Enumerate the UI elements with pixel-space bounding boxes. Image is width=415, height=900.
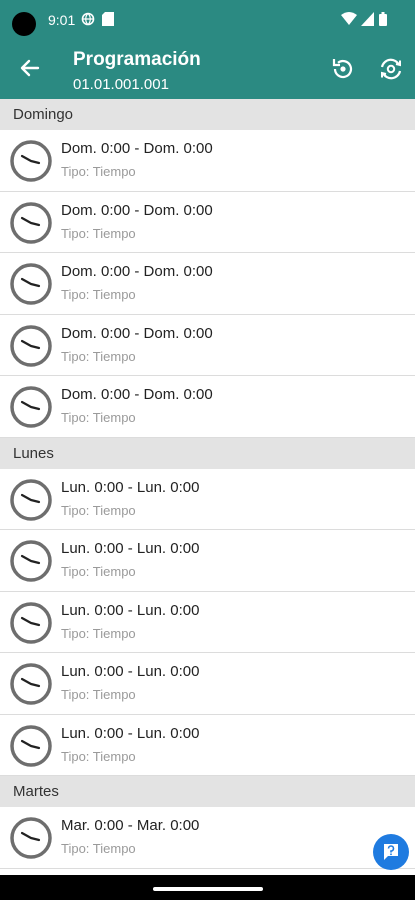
- clock-icon: [10, 540, 52, 582]
- schedule-item[interactable]: Dom. 0:00 - Dom. 0:00 Tipo: Tiempo: [0, 253, 415, 315]
- schedule-type: Tipo: Tiempo: [61, 687, 136, 702]
- schedule-item[interactable]: Dom. 0:00 - Dom. 0:00 Tipo: Tiempo: [0, 130, 415, 192]
- time-range: Lun. 0:00 - Lun. 0:00: [61, 601, 200, 619]
- vpn-icon: [81, 12, 95, 26]
- signal-icon: [361, 12, 374, 26]
- status-bar: 9:01: [0, 0, 415, 40]
- schedule-item[interactable]: Mar. 0:00 - Mar. 0:00 Tipo: Tiempo: [0, 807, 415, 869]
- schedule-type: Tipo: Tiempo: [61, 348, 136, 364]
- clock-icon: [10, 324, 52, 367]
- clock-icon: [10, 663, 52, 705]
- schedule-item[interactable]: Lun. 0:00 - Lun. 0:00 Tipo: Tiempo: [0, 469, 415, 530]
- gesture-handle[interactable]: [153, 887, 263, 891]
- page-subtitle: 01.01.001.001: [73, 76, 169, 93]
- schedule-type: Tipo: Tiempo: [61, 225, 136, 241]
- help-icon: [384, 844, 398, 860]
- page-title: Programación: [73, 49, 201, 70]
- app-bar: 9:01 Programación 01.01.001.001: [0, 0, 415, 99]
- wifi-icon: [341, 12, 357, 25]
- time-range: Lun. 0:00 - Lun. 0:00: [61, 724, 200, 742]
- schedule-type: Tipo: Tiempo: [61, 287, 136, 302]
- restore-icon[interactable]: [330, 56, 356, 82]
- schedule-list[interactable]: Domingo Dom. 0:00 - Dom. 0:00 Tipo: Tiem…: [0, 99, 415, 875]
- schedule-type: Tipo: Tiempo: [61, 410, 136, 425]
- section-header-domingo: Domingo: [0, 99, 415, 130]
- section-header-martes: Martes: [0, 776, 415, 807]
- schedule-item[interactable]: Lun. 0:00 - Lun. 0:00 Tipo: Tiempo: [0, 653, 415, 715]
- clock-icon: [10, 478, 52, 521]
- schedule-item[interactable]: Dom. 0:00 - Dom. 0:00 Tipo: Tiempo: [0, 376, 415, 438]
- time-range: Lun. 0:00 - Lun. 0:00: [61, 478, 200, 496]
- sync-view-icon[interactable]: [378, 56, 404, 82]
- clock-icon: [10, 201, 52, 244]
- clock-icon: [10, 263, 52, 305]
- schedule-item[interactable]: Lun. 0:00 - Lun. 0:00 Tipo: Tiempo: [0, 715, 415, 776]
- schedule-item[interactable]: Lun. 0:00 - Lun. 0:00 Tipo: Tiempo: [0, 592, 415, 653]
- schedule-type: Tipo: Tiempo: [61, 625, 136, 641]
- time-range: Lun. 0:00 - Lun. 0:00: [61, 663, 200, 680]
- section-header-lunes: Lunes: [0, 437, 415, 469]
- time-range: Lun. 0:00 - Lun. 0:00: [61, 540, 200, 557]
- schedule-type: Tipo: Tiempo: [61, 164, 136, 179]
- schedule-item[interactable]: Dom. 0:00 - Dom. 0:00 Tipo: Tiempo: [0, 315, 415, 376]
- time-range: Dom. 0:00 - Dom. 0:00: [61, 386, 213, 403]
- time-range: Dom. 0:00 - Dom. 0:00: [61, 201, 213, 219]
- time-range: Dom. 0:00 - Dom. 0:00: [61, 140, 213, 157]
- sim-icon: [102, 12, 114, 26]
- schedule-item[interactable]: Dom. 0:00 - Dom. 0:00 Tipo: Tiempo: [0, 192, 415, 253]
- time-range: Dom. 0:00 - Dom. 0:00: [61, 324, 213, 342]
- clock-icon: [10, 817, 52, 859]
- schedule-type: Tipo: Tiempo: [61, 841, 136, 856]
- schedule-type: Tipo: Tiempo: [61, 748, 136, 764]
- help-button[interactable]: [373, 834, 409, 870]
- schedule-type: Tipo: Tiempo: [61, 502, 136, 518]
- schedule-type: Tipo: Tiempo: [61, 564, 136, 579]
- back-arrow-icon[interactable]: [18, 56, 42, 80]
- clock-icon: [10, 140, 52, 182]
- time-range: Dom. 0:00 - Dom. 0:00: [61, 263, 213, 280]
- clock-icon: [10, 386, 52, 428]
- status-time: 9:01: [48, 12, 76, 28]
- clock-icon: [10, 601, 52, 644]
- time-range: Mar. 0:00 - Mar. 0:00: [61, 817, 200, 834]
- clock-icon: [10, 724, 52, 767]
- schedule-item[interactable]: Lun. 0:00 - Lun. 0:00 Tipo: Tiempo: [0, 530, 415, 592]
- camera-cutout: [12, 12, 36, 36]
- battery-icon: [379, 12, 387, 26]
